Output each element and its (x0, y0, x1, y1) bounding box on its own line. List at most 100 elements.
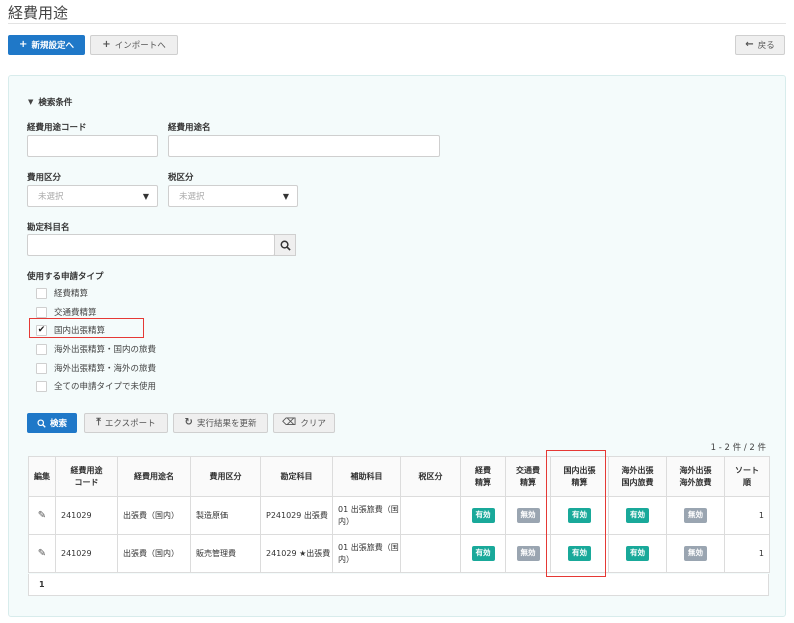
apply-types-label: 使用する申請タイプ (27, 272, 104, 282)
edit-cell[interactable]: ✎ (28, 496, 56, 535)
page-title: 経費用途 (8, 4, 69, 22)
apply-type-checkbox-row[interactable]: 海外出張精算・海外の旅費 (36, 362, 156, 374)
cell-sub-account: 01 出張旅費（国内） (332, 534, 401, 573)
title-divider (8, 23, 786, 24)
name-label: 経費用途名 (168, 123, 211, 133)
apply-type-label: 海外出張精算・国内の旅費 (54, 345, 157, 355)
checkbox[interactable] (36, 380, 47, 392)
status-badge: 有効 (471, 508, 495, 523)
column-header: 編集 (28, 456, 56, 497)
chevron-down-icon: ▼ (282, 191, 289, 201)
edit-icon[interactable]: ✎ (38, 548, 46, 559)
code-label: 経費用途コード (27, 123, 87, 133)
checkbox[interactable] (36, 343, 47, 355)
cell-transport: 無効 (505, 496, 551, 535)
search-button[interactable]: 検索 (27, 413, 77, 433)
cell-expense: 有効 (460, 534, 506, 573)
status-badge: 無効 (516, 546, 540, 561)
apply-type-label: 全ての申請タイプで未使用 (54, 382, 157, 392)
cell-overseas-overseas: 無効 (666, 496, 725, 535)
cell-cost-category: 製造原価 (190, 496, 261, 535)
cell-expense: 有効 (460, 496, 506, 535)
page-number[interactable]: 1 (39, 580, 45, 589)
column-header: 経費用途名 (117, 456, 191, 497)
cell-transport: 無効 (505, 534, 551, 573)
column-header: 勘定科目 (260, 456, 333, 497)
table-row: ✎ 241029 出張費（国内） 販売管理費 241029 ★出張費 01 出張旅費（国内… (28, 534, 770, 573)
cell-account: 241029 ★出張費 (260, 534, 333, 573)
cell-code: 241029 (55, 496, 118, 535)
highlight-domestic-checkbox (29, 318, 144, 338)
import-button[interactable]: + インポートへ (90, 35, 178, 55)
plus-icon: + (19, 39, 28, 50)
cost-category-label: 費用区分 (27, 173, 62, 183)
account-search-button[interactable] (274, 234, 296, 256)
cell-cost-category: 販売管理費 (190, 534, 261, 573)
cell-account: P241029 出張費 (260, 496, 333, 535)
results-table: 編集 経費用途 コード 経費用途名 費用区分 勘定科目 補助科目 税区分 経費 精算 交通費 精算 国内… (28, 456, 770, 573)
refresh-icon: ↻ (184, 417, 193, 428)
arrow-left-icon: ← (745, 39, 754, 50)
tax-select[interactable]: 未選択 ▼ (168, 185, 298, 207)
cell-sub-account: 01 出張旅費（国内） (332, 496, 401, 535)
eraser-icon: ⌫ (282, 417, 297, 428)
export-button[interactable]: ⤒ エクスポート (84, 413, 168, 433)
cell-name: 出張費（国内） (117, 534, 191, 573)
cell-overseas-domestic: 有効 (608, 496, 667, 535)
search-icon (280, 240, 291, 251)
column-header: ソート順 (724, 456, 770, 497)
search-conditions-toggle[interactable]: ▼ 検索条件 (28, 96, 72, 108)
edit-icon[interactable]: ✎ (38, 510, 46, 521)
tax-label: 税区分 (168, 173, 194, 183)
apply-type-label: 経費精算 (54, 289, 89, 299)
checkbox[interactable] (36, 362, 47, 374)
cell-tax (400, 496, 461, 535)
plus-icon: + (102, 39, 111, 50)
clear-button[interactable]: ⌫ クリア (273, 413, 335, 433)
apply-type-label: 交通費精算 (54, 308, 97, 318)
apply-type-label: 海外出張精算・海外の旅費 (54, 364, 157, 374)
checkbox[interactable] (36, 287, 47, 299)
caret-down-icon: ▼ (28, 98, 34, 106)
apply-type-checkbox-row[interactable]: 全ての申請タイプで未使用 (36, 380, 156, 392)
column-header: 交通費 精算 (505, 456, 551, 497)
cell-tax (400, 534, 461, 573)
cell-code: 241029 (55, 534, 118, 573)
edit-cell[interactable]: ✎ (28, 534, 56, 573)
apply-type-checkbox-row[interactable]: 海外出張精算・国内の旅費 (36, 343, 156, 355)
column-header: 経費 精算 (460, 456, 506, 497)
pagination[interactable]: 1 (28, 574, 769, 596)
new-setting-button[interactable]: + 新規設定へ (8, 35, 85, 55)
code-input[interactable] (27, 135, 158, 157)
status-badge: 無効 (684, 508, 707, 523)
account-label: 勘定科目名 (27, 223, 70, 233)
column-header: 経費用途 コード (55, 456, 118, 497)
column-header: 税区分 (400, 456, 461, 497)
account-input[interactable] (27, 234, 275, 256)
cell-sort: 1 (724, 496, 770, 535)
upload-icon: ⤒ (96, 417, 101, 428)
apply-type-checkbox-row[interactable]: 経費精算 (36, 287, 88, 299)
cost-category-select[interactable]: 未選択 ▼ (27, 185, 158, 207)
cell-name: 出張費（国内） (117, 496, 191, 535)
column-header: 海外出張 海外旅費 (666, 456, 725, 497)
checkbox[interactable] (36, 306, 47, 318)
column-header: 補助科目 (332, 456, 401, 497)
column-header: 費用区分 (190, 456, 261, 497)
cell-sort: 1 (724, 534, 770, 573)
back-button[interactable]: ← 戻る (735, 35, 785, 55)
result-count: 1 - 2 件 / 2 件 (710, 443, 766, 453)
refresh-results-button[interactable]: ↻ 実行結果を更新 (173, 413, 268, 433)
cell-overseas-domestic: 有効 (608, 534, 667, 573)
status-badge: 有効 (471, 546, 495, 561)
column-header: 海外出張 国内旅費 (608, 456, 667, 497)
apply-type-checkbox-row[interactable]: 交通費精算 (36, 306, 97, 318)
table-row: ✎ 241029 出張費（国内） 製造原価 P241029 出張費 01 出張旅費（国内）… (28, 496, 770, 535)
status-badge: 無効 (516, 508, 540, 523)
chevron-down-icon: ▼ (142, 191, 149, 201)
search-icon (37, 418, 46, 428)
status-badge: 有効 (626, 508, 649, 523)
name-input[interactable] (168, 135, 440, 157)
status-badge: 有効 (626, 546, 649, 561)
status-badge: 無効 (684, 546, 707, 561)
